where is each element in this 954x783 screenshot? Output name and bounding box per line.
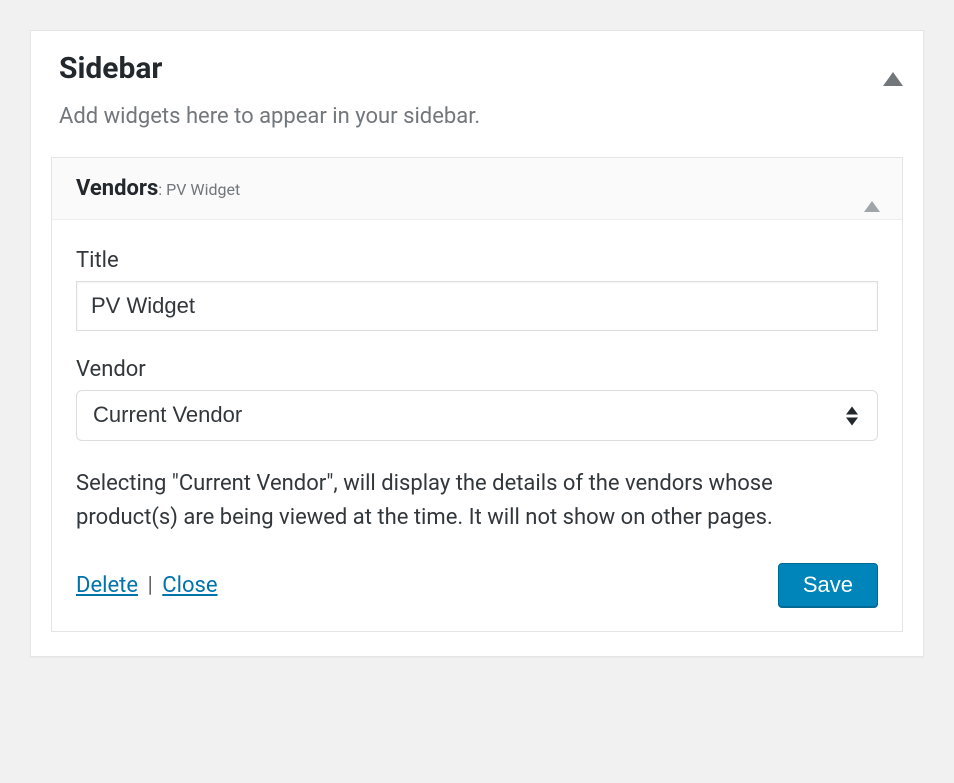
- vendor-help-text: Selecting "Current Vendor", will display…: [76, 467, 878, 535]
- chevron-up-icon: [883, 53, 903, 86]
- widget-body: Title Vendor Current Vendor Selecting "C…: [52, 220, 902, 631]
- vendor-label: Vendor: [76, 357, 878, 382]
- widget-name-suffix: PV Widget: [166, 180, 240, 199]
- sidebar-area-title: Sidebar: [59, 49, 895, 88]
- sidebar-area-toggle[interactable]: [883, 53, 903, 72]
- widget-actions: Delete | Close Save: [76, 563, 878, 607]
- field-title-row: Title: [76, 248, 878, 332]
- delete-link[interactable]: Delete: [76, 573, 138, 598]
- save-button[interactable]: Save: [778, 563, 878, 607]
- sidebar-area-description: Add widgets here to appear in your sideb…: [59, 102, 895, 133]
- title-label: Title: [76, 248, 878, 273]
- title-input[interactable]: [76, 281, 878, 332]
- field-vendor-row: Vendor Current Vendor: [76, 357, 878, 441]
- action-links: Delete | Close: [76, 573, 218, 598]
- widget-header[interactable]: Vendors: PV Widget: [52, 158, 902, 220]
- chevron-up-icon: [864, 182, 880, 212]
- link-separator: |: [142, 573, 158, 598]
- widget-name-prefix: Vendors: [76, 176, 158, 201]
- widget-toggle[interactable]: [864, 182, 880, 201]
- close-link[interactable]: Close: [162, 573, 217, 598]
- vendor-select-wrap: Current Vendor: [76, 390, 878, 441]
- sidebar-area-header[interactable]: Sidebar Add widgets here to appear in yo…: [31, 31, 923, 157]
- widget-vendors: Vendors: PV Widget Title Vendor Current …: [51, 157, 903, 632]
- vendor-select[interactable]: Current Vendor: [76, 390, 878, 441]
- widget-name-colon: :: [158, 180, 166, 199]
- sidebar-widget-area: Sidebar Add widgets here to appear in yo…: [30, 30, 924, 657]
